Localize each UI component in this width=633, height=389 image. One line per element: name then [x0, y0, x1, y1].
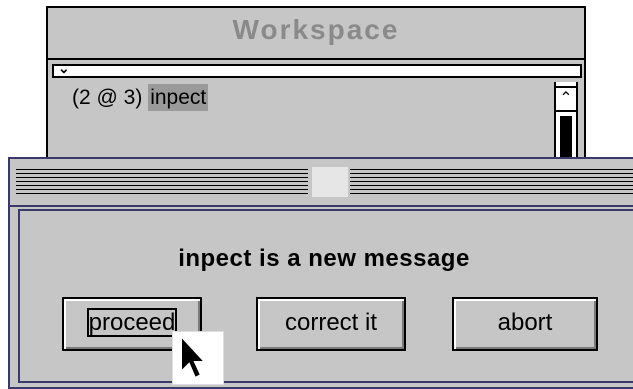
dialog-titlebar[interactable]	[10, 159, 633, 207]
titlebar-stripes-left	[16, 169, 308, 197]
code-prefix: (2 @ 3)	[72, 86, 143, 109]
up-arrow-icon[interactable]: ⌃	[556, 86, 576, 112]
workspace-code-line: (2 @ 3) inpect	[72, 84, 209, 111]
titlebar-stripes-right	[350, 169, 633, 197]
workspace-header-strip: ⌄	[52, 60, 582, 78]
abort-button[interactable]: abort	[452, 297, 598, 351]
dialog-panel: inpect is a new message proceed correct …	[18, 209, 633, 383]
chevron-down-icon[interactable]: ⌄	[58, 60, 70, 77]
workspace-titlebar[interactable]: Workspace	[48, 8, 584, 60]
correct-it-button[interactable]: correct it	[256, 297, 406, 351]
code-selection[interactable]: inpect	[148, 84, 209, 111]
dialog-message: inpect is a new message	[178, 245, 470, 272]
workspace-text-area[interactable]: (2 @ 3) inpect	[52, 80, 556, 168]
close-box[interactable]	[312, 167, 348, 197]
proceed-label: proceed	[86, 308, 178, 337]
correct-it-label: correct it	[284, 309, 377, 336]
workspace-window: Workspace ⌄ (2 @ 3) inpect ⌃	[46, 6, 586, 172]
workspace-title: Workspace	[232, 14, 400, 45]
new-message-dialog: inpect is a new message proceed correct …	[8, 157, 633, 389]
mouse-pointer-icon	[172, 331, 224, 385]
abort-label: abort	[497, 309, 553, 336]
